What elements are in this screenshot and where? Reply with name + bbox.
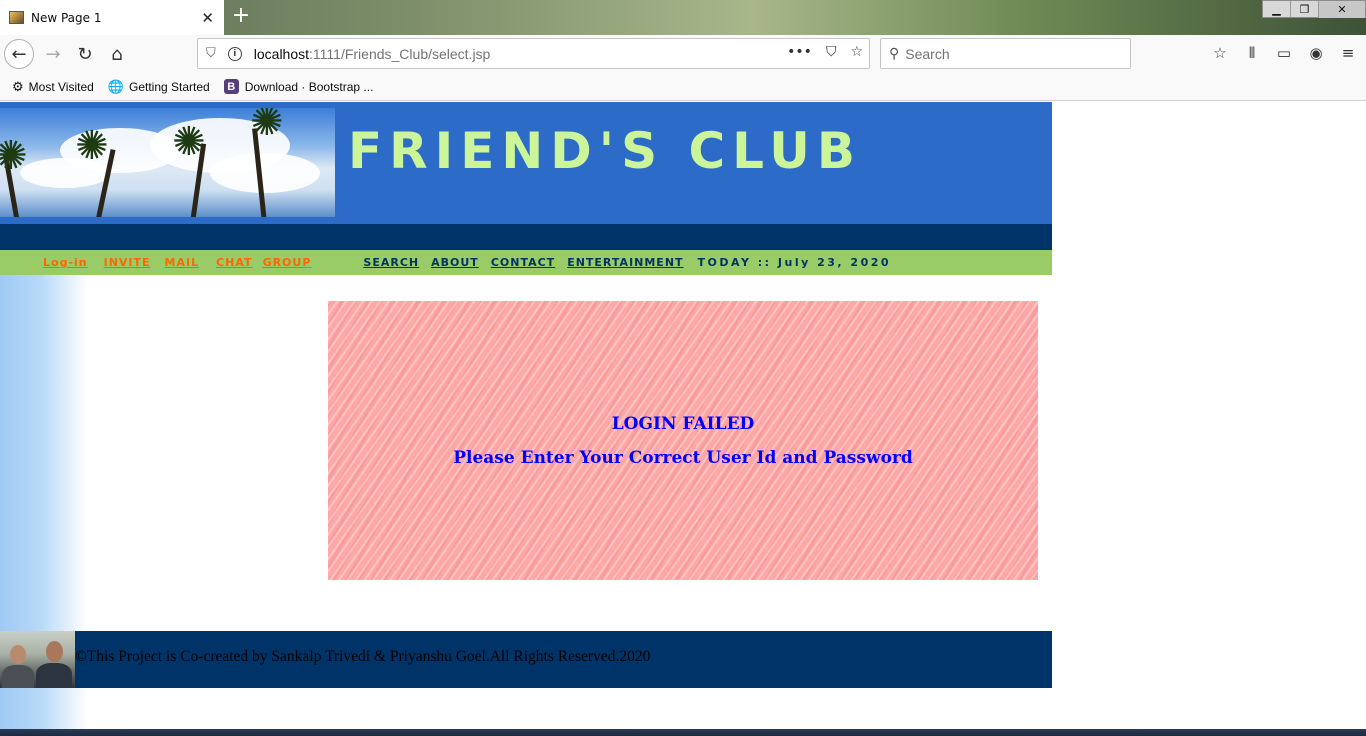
forward-button[interactable]: → (38, 39, 68, 69)
url-host: localhost (253, 45, 310, 62)
globe-icon: 🌐 (107, 78, 124, 94)
tab-strip: New Page 1 ✕ + ▁ ❐ ✕ (0, 0, 1366, 35)
header-divider-bar (0, 224, 1052, 250)
home-button[interactable]: ⌂ (102, 39, 132, 69)
address-bar[interactable]: ⛉ i localhost:1111/Friends_Club/select.j… (197, 38, 870, 69)
bookmark-star-icon[interactable]: ☆ (850, 44, 863, 60)
bookmark-label: Getting Started (128, 79, 210, 94)
reload-button[interactable]: ↻ (70, 39, 100, 69)
bootstrap-icon: B (223, 79, 239, 94)
site-footer: ©This Project is Co-created by Sankalp T… (0, 631, 1052, 688)
window-controls: ▁ ❐ ✕ (1262, 0, 1366, 18)
reading-list-icon[interactable]: ☆ (1212, 44, 1228, 62)
sidebar-icon[interactable]: ▭ (1276, 44, 1292, 62)
library-icon[interactable]: ⫴ (1244, 44, 1260, 62)
search-icon: ⚲ (889, 45, 900, 61)
pocket-icon[interactable]: ⛉ (826, 44, 837, 60)
url-path: :1111/Friends_Club/select.jsp (309, 45, 491, 62)
account-icon[interactable]: ◉ (1308, 44, 1324, 62)
bookmark-bootstrap[interactable]: B Download · Bootstrap ... (223, 79, 374, 94)
bookmarks-toolbar: ⚙ Most Visited 🌐 Getting Started B Downl… (0, 73, 1366, 101)
today-date: TODAY :: July 23, 2020 (697, 256, 892, 269)
footer-copyright: ©This Project is Co-created by Sankalp T… (75, 648, 651, 665)
page-actions-icon[interactable]: ••• (787, 44, 812, 60)
tab-title: New Page 1 (31, 10, 102, 25)
bookmark-label: Download · Bootstrap ... (244, 79, 374, 94)
palm-tree-banner-image: ✺ ✺ ✺ ✺ (0, 108, 335, 217)
bookmark-getting-started[interactable]: 🌐 Getting Started (108, 79, 210, 95)
close-tab-icon[interactable]: ✕ (201, 9, 214, 27)
menu-about-link[interactable]: ABOUT (431, 256, 479, 269)
tracking-shield-icon[interactable]: ⛉ (206, 46, 216, 61)
site-header: ✺ ✺ ✺ ✺ FRIEND'S CLUB (0, 102, 1052, 224)
search-placeholder: Search (905, 45, 950, 62)
page-content: ✺ ✺ ✺ ✺ FRIEND'S CLUB Log-in INVITE MAIL… (0, 102, 1366, 729)
login-failed-title: LOGIN FAILED (611, 414, 755, 434)
gear-icon: ⚙ (12, 78, 24, 94)
bookmark-most-visited[interactable]: ⚙ Most Visited (12, 79, 94, 95)
menu-entertainment-link[interactable]: ENTERTAINMENT (567, 256, 683, 269)
menu-group-link[interactable]: GROUP (263, 256, 312, 269)
menu-chat-link[interactable]: CHAT (216, 256, 252, 269)
menu-icon[interactable]: ≡ (1340, 44, 1356, 62)
login-failed-message: Please Enter Your Correct User Id and Pa… (453, 448, 913, 468)
new-tab-button[interactable]: + (230, 3, 252, 28)
main-menu: Log-in INVITE MAIL CHAT GROUP SEARCH ABO… (0, 250, 1052, 275)
menu-contact-link[interactable]: CONTACT (491, 256, 555, 269)
back-button[interactable]: ← (4, 39, 34, 69)
search-bar[interactable]: ⚲ Search (880, 38, 1131, 69)
login-failed-panel: LOGIN FAILED Please Enter Your Correct U… (328, 301, 1038, 580)
menu-search-link[interactable]: SEARCH (363, 256, 419, 269)
toolbar-icons: ☆ ⫴ ▭ ◉ ≡ (1212, 44, 1356, 62)
url-text[interactable]: localhost:1111/Friends_Club/select.jsp (254, 46, 491, 62)
creators-photo (0, 631, 75, 688)
menu-login-link[interactable]: Log-in (43, 256, 88, 269)
os-taskbar (0, 729, 1366, 736)
url-actions: ••• ⛉ ☆ (787, 44, 863, 60)
restore-icon[interactable]: ❐ (1291, 1, 1319, 18)
menu-mail-link[interactable]: MAIL (165, 256, 200, 269)
minimize-icon[interactable]: ▁ (1263, 1, 1291, 18)
site-title: FRIEND'S CLUB (348, 122, 862, 180)
navigation-toolbar: ← → ↻ ⌂ ⛉ i localhost:1111/Friends_Club/… (0, 35, 1366, 73)
browser-tab[interactable]: New Page 1 ✕ (0, 0, 224, 35)
window-close-icon[interactable]: ✕ (1319, 1, 1365, 18)
menu-invite-link[interactable]: INVITE (104, 256, 151, 269)
bookmark-label: Most Visited (28, 79, 94, 94)
page-favicon-icon (9, 11, 24, 24)
site-info-icon[interactable]: i (227, 46, 242, 61)
